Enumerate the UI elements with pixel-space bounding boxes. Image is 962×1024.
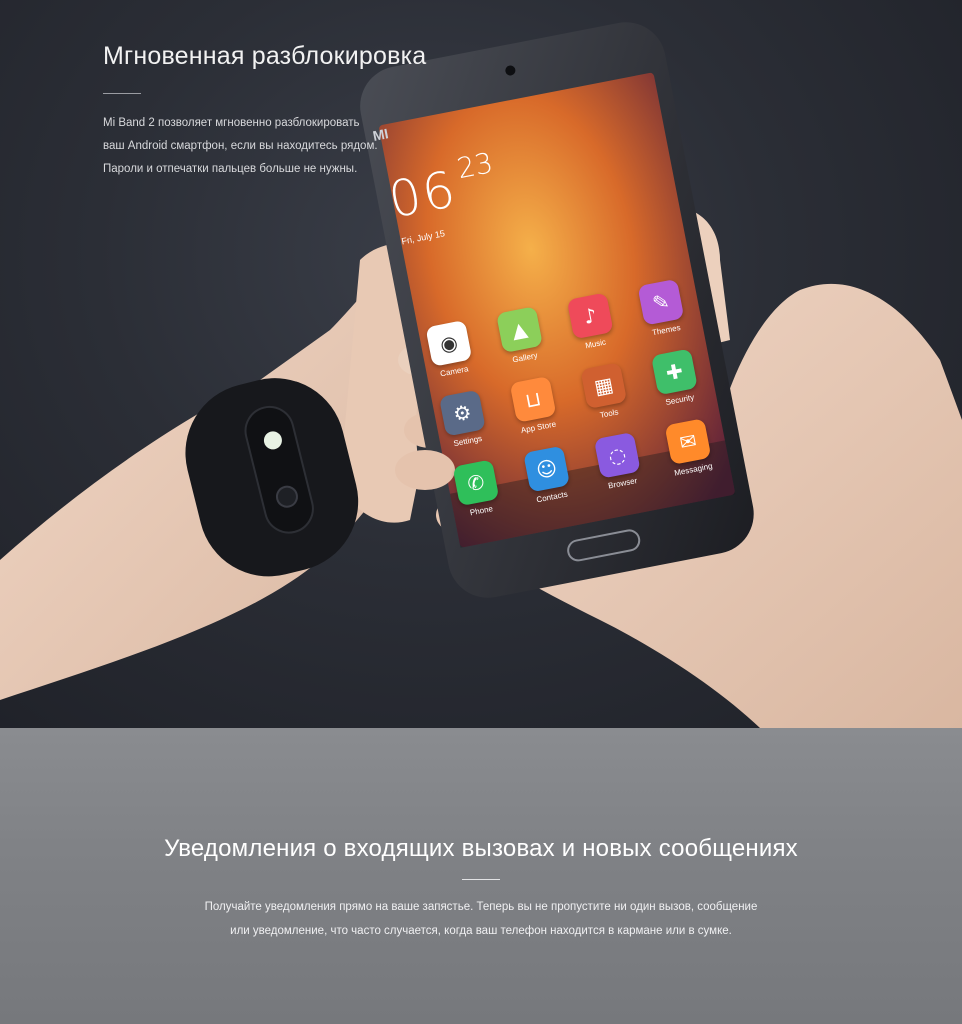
unlock-line-2: ваш Android смартфон, если вы находитесь… [103,140,378,152]
app-gallery[interactable]: ▲ Gallery [483,304,558,369]
app-messaging[interactable]: ✉ Messaging [652,416,727,481]
security-icon: ✚ [650,348,698,396]
tools-icon: ▦ [580,362,628,410]
app-settings[interactable]: ⚙ Settings [426,387,501,452]
app-store-icon: ⊔ [509,375,557,423]
app-label: Phone [469,504,494,518]
app-label: Security [664,392,695,408]
camera-icon: ◉ [425,319,473,367]
app-label: Music [584,337,607,351]
app-label: Gallery [511,350,539,365]
app-browser[interactable]: ◌ Browser [581,429,656,494]
app-security[interactable]: ✚ Security [638,346,713,411]
phone-icon: ✆ [452,459,500,507]
app-label: Messaging [673,461,714,478]
app-label: Settings [452,433,483,449]
app-label: Contacts [535,489,569,505]
browser-icon: ◌ [593,431,641,479]
gallery-icon: ▲ [496,306,543,354]
app-phone[interactable]: ✆ Phone [440,457,515,522]
themes-icon: ✎ [637,278,685,326]
unlock-text: Мгновенная разблокировка Mi Band 2 позво… [103,42,427,181]
app-grid: ◉ Camera ▲ Gallery ♪ Music ✎ Themes ⚙ Settings ⊔ Ap… [413,275,735,522]
notifications-line-1: Получайте уведомления прямо на ваше запя… [204,901,758,913]
unlock-divider [103,93,141,94]
app-label: Camera [439,364,470,379]
unlock-line-1: Mi Band 2 позволяет мгновенно разблокиро… [103,117,360,129]
app-camera[interactable]: ◉ Camera [413,317,488,382]
notifications-section: Уведомления о входящих вызовах и новых с… [0,728,962,1024]
app-label: App Store [520,419,557,436]
clock-date: Fri, July 15 [400,228,446,247]
app-app-store[interactable]: ⊔ App Store [497,373,572,438]
messaging-icon: ✉ [664,418,712,466]
unlock-line-3: Пароли и отпечатки пальцев больше не нуж… [103,163,358,175]
app-label: Browser [607,476,638,491]
app-music[interactable]: ♪ Music [554,290,629,355]
app-label: Tools [599,407,620,420]
unlock-section: MI 06 23 Fri, July 15 ◉ Camera ▲ Gallery ♪ Mu… [0,0,962,728]
settings-icon: ⚙ [438,389,486,437]
contacts-icon: ☺ [523,445,571,493]
notifications-title: Уведомления о входящих вызовах и новых с… [164,835,798,862]
app-contacts[interactable]: ☺ Contacts [510,443,585,508]
app-themes[interactable]: ✎ Themes [625,276,700,341]
app-label: Themes [651,322,682,338]
notifications-line-2: или уведомление, что часто случается, ко… [230,925,732,937]
notifications-divider [462,879,500,880]
app-tools[interactable]: ▦ Tools [568,360,643,425]
clock-minutes: 23 [454,146,496,186]
unlock-title: Мгновенная разблокировка [103,42,427,70]
music-icon: ♪ [566,292,614,340]
